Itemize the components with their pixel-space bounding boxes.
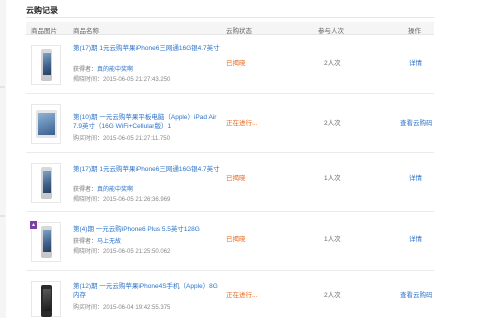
- iphone4s-image: [41, 285, 52, 317]
- winner-info: 获得者：马上无故: [73, 236, 121, 245]
- participation-count: 1人次: [324, 175, 341, 182]
- table-row: ▲ 第(4)期 一元云购iPhone6 Plus 5.5英寸128G 获得者：马…: [26, 213, 434, 271]
- details-link[interactable]: 详情: [409, 233, 422, 243]
- iphone-plus-image: [41, 226, 52, 258]
- product-thumbnail[interactable]: [31, 104, 61, 144]
- record-time: 购买时间：2015-06-04 19:42:55.375: [73, 305, 171, 311]
- iphone-image: [41, 167, 52, 199]
- header-name: 商品名称: [73, 28, 99, 35]
- participation-count: 2人次: [324, 60, 341, 67]
- details-link[interactable]: 详情: [409, 57, 422, 67]
- participation-count: 2人次: [324, 120, 341, 127]
- record-time: 购买时间：2015-06-05 21:27:11.750: [73, 136, 170, 142]
- participation-count: 1人次: [324, 236, 341, 243]
- sidebar-divider: [0, 215, 5, 217]
- product-name-link[interactable]: 第(17)期 1元云购苹果iPhone6三网通16G银4.7英寸: [73, 165, 223, 174]
- status-text: 已揭晓: [226, 236, 246, 243]
- status-text: 正在进行...: [226, 292, 258, 299]
- winner-label: 获得者：: [73, 239, 98, 245]
- header-op: 操作: [408, 28, 421, 35]
- product-thumbnail[interactable]: ▲: [30, 221, 61, 262]
- product-name-link[interactable]: 第(4)期 一元云购iPhone6 Plus 5.5英寸128G: [73, 225, 223, 234]
- product-thumbnail[interactable]: [31, 163, 61, 203]
- view-codes-link[interactable]: 查看云购码: [400, 289, 433, 299]
- sidebar-divider: [0, 86, 5, 88]
- ipad-image: [36, 110, 57, 138]
- table-header: 商品图片 商品名称 云购状态 参与人次 操作: [26, 22, 434, 35]
- winner-label: 获得者：: [73, 187, 98, 193]
- winner-name-link[interactable]: 马上无故: [97, 239, 121, 245]
- winner-info: 获得者：真的能中奖啊: [73, 64, 133, 73]
- product-name-link[interactable]: 第(17)期 1元云购苹果iPhone6三网通16G银4.7英寸: [73, 44, 223, 53]
- record-time: 揭晓时间：2015-06-05 21:27:43.250: [73, 77, 171, 83]
- winner-name-link[interactable]: 真的能中奖啊: [97, 187, 133, 193]
- table-row: 第(17)期 1元云购苹果iPhone6三网通16G银4.7英寸 获得者：真的能…: [26, 154, 434, 212]
- status-text: 正在进行...: [226, 120, 258, 127]
- table-row: 第(10)期 一元云购苹果平板电脑（Apple）iPad Air 7.9英寸（1…: [26, 95, 434, 153]
- product-name-link[interactable]: 第(10)期 一元云购苹果平板电脑（Apple）iPad Air 7.9英寸（1…: [73, 113, 223, 131]
- participation-count: 2人次: [324, 292, 341, 299]
- table-row: 第(17)期 1元云购苹果iPhone6三网通16G银4.7英寸 获得者：真的能…: [26, 36, 434, 94]
- header-count: 参与人次: [318, 28, 344, 35]
- status-text: 已揭晓: [226, 175, 246, 182]
- status-text: 已揭晓: [226, 60, 246, 67]
- promo-badge-icon: ▲: [30, 221, 37, 229]
- winner-name-link[interactable]: 真的能中奖啊: [97, 67, 133, 73]
- header-image: 商品图片: [31, 28, 57, 35]
- view-codes-link[interactable]: 查看云购码: [400, 117, 433, 127]
- record-time: 揭晓时间：2015-06-05 21:25:50.062: [73, 249, 171, 255]
- title-divider: [26, 17, 434, 18]
- iphone-image: [41, 49, 52, 81]
- product-thumbnail[interactable]: [31, 281, 61, 317]
- product-thumbnail[interactable]: [31, 45, 61, 85]
- record-time: 揭晓时间：2015-06-05 21:26:36.969: [73, 197, 171, 203]
- product-name-link[interactable]: 第(12)期 一元云购苹果iPhone4S手机（Apple）8G内存: [73, 282, 223, 300]
- table-row: 第(12)期 一元云购苹果iPhone4S手机（Apple）8G内存 购买时间：…: [26, 272, 434, 318]
- winner-info: 获得者：真的能中奖啊: [73, 184, 133, 193]
- header-status: 云购状态: [226, 28, 252, 35]
- section-title: 云购记录: [26, 6, 58, 15]
- details-link[interactable]: 详情: [409, 172, 422, 182]
- winner-label: 获得者：: [73, 67, 98, 73]
- left-sidebar-edge: [0, 0, 6, 318]
